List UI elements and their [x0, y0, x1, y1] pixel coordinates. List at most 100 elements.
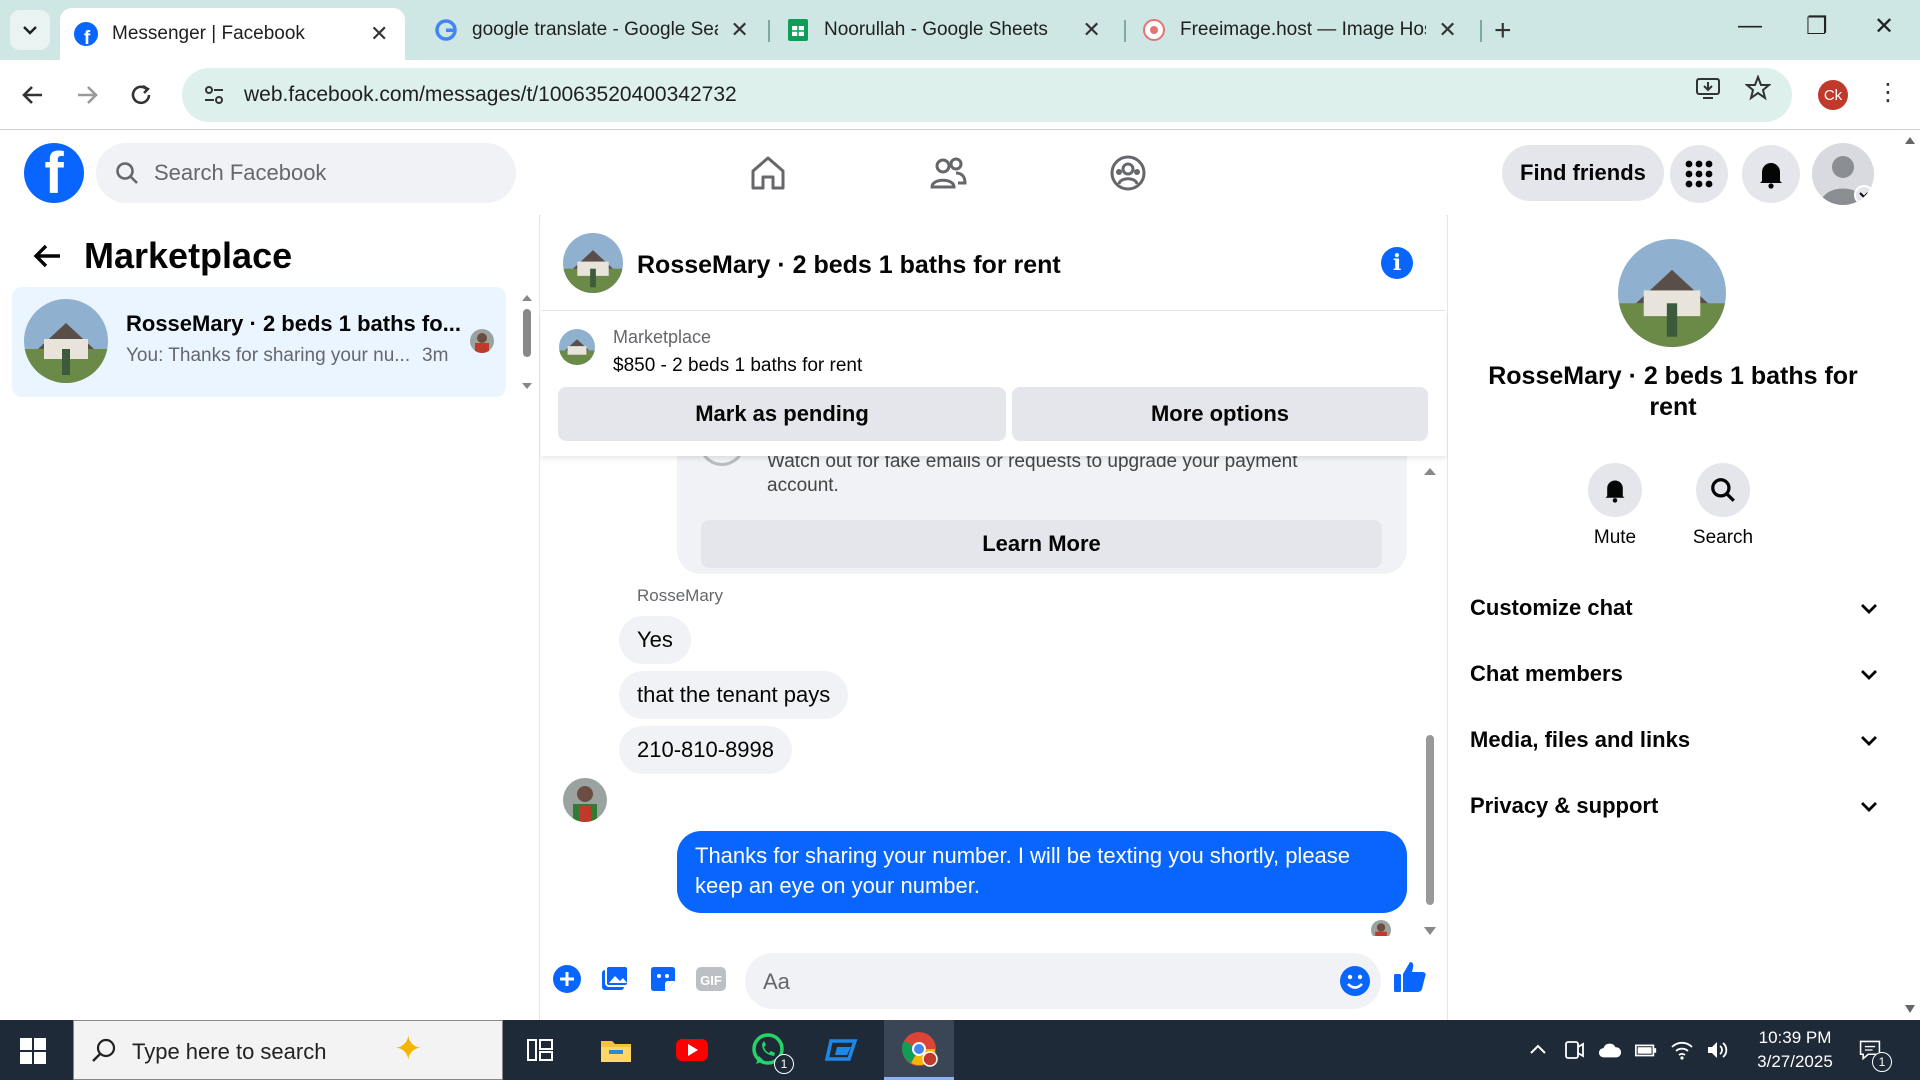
tab-title: Messenger | Facebook	[112, 23, 305, 44]
info-icon[interactable]: i	[1381, 247, 1413, 279]
copilot-sparkle-icon: ✦	[394, 1030, 423, 1068]
facebook-search-input[interactable]: Search Facebook	[96, 143, 516, 203]
section-label: Media, files and links	[1470, 727, 1691, 752]
menu-button[interactable]	[1670, 145, 1728, 203]
onedrive-cloud-icon[interactable]	[1598, 1038, 1622, 1062]
url-text[interactable]: web.facebook.com/messages/t/100635204003…	[244, 83, 737, 107]
section-privacy-support[interactable]: Privacy & support	[1470, 786, 1880, 826]
install-app-icon[interactable]	[1694, 74, 1722, 102]
section-chat-members[interactable]: Chat members	[1470, 654, 1880, 694]
chevron-down-icon	[1861, 802, 1877, 812]
search-in-chat-button[interactable]: Search	[1678, 463, 1768, 549]
tab-messenger[interactable]: f Messenger | Facebook ✕	[60, 8, 405, 60]
sidebar-scrollbar[interactable]	[520, 293, 534, 393]
taskbar-search-input[interactable]: Type here to search ✦	[73, 1020, 503, 1080]
tab-google-search[interactable]: google translate - Google Search ✕	[420, 8, 765, 52]
message-thread: Watch out for fake emails or requests to…	[541, 456, 1446, 936]
site-info-icon[interactable]	[200, 81, 228, 109]
new-tab-button[interactable]: +	[1494, 14, 1512, 48]
page-scrollbar[interactable]	[1900, 131, 1920, 1020]
message-input[interactable]: Aa	[745, 953, 1381, 1009]
browser-menu-icon[interactable]: ⋮	[1876, 78, 1900, 107]
address-bar[interactable]: web.facebook.com/messages/t/100635204003…	[182, 68, 1792, 122]
nav-friends[interactable]	[926, 151, 970, 195]
chevron-up-icon[interactable]	[1526, 1038, 1550, 1062]
remote-desktop-icon[interactable]	[824, 1030, 864, 1070]
search-icon	[1696, 463, 1750, 517]
shield-icon	[699, 456, 745, 466]
reload-button[interactable]	[124, 78, 158, 112]
section-customize-chat[interactable]: Customize chat	[1470, 588, 1880, 628]
like-thumb-icon[interactable]	[1392, 959, 1428, 995]
mark-pending-button[interactable]: Mark as pending	[558, 387, 1006, 441]
chat-header: RosseMary · 2 beds 1 baths for rent i	[541, 215, 1446, 311]
whatsapp-icon[interactable]: 1	[748, 1030, 794, 1074]
mute-button[interactable]: Mute	[1570, 463, 1660, 549]
gif-icon[interactable]: GIF	[695, 963, 727, 995]
chat-scrollbar[interactable]	[1421, 465, 1439, 945]
close-window-button[interactable]: ✕	[1874, 12, 1894, 41]
windows-start-icon[interactable]	[20, 1038, 46, 1064]
mute-label: Mute	[1593, 527, 1637, 548]
taskbar-clock[interactable]: 10:39 PM 3/27/2025	[1740, 1026, 1850, 1074]
tab-close-icon[interactable]: ✕	[1080, 17, 1103, 43]
learn-more-button[interactable]: Learn More	[701, 520, 1382, 568]
notifications-button[interactable]	[1742, 145, 1800, 203]
svg-text:GIF: GIF	[700, 973, 722, 988]
section-label: Privacy & support	[1470, 793, 1659, 818]
incoming-message[interactable]: that the tenant pays	[619, 671, 849, 719]
forward-button[interactable]	[70, 78, 104, 112]
youtube-icon[interactable]	[672, 1030, 712, 1070]
back-button[interactable]	[16, 78, 50, 112]
details-thumbnail[interactable]	[1618, 239, 1726, 347]
restore-button[interactable]: ❐	[1806, 12, 1828, 41]
battery-icon[interactable]	[1634, 1038, 1658, 1062]
add-plus-icon[interactable]	[551, 963, 583, 995]
tab-close-icon[interactable]: ✕	[728, 17, 751, 43]
tab-separator	[1480, 20, 1482, 42]
tab-close-icon[interactable]: ✕	[367, 21, 391, 47]
volume-icon[interactable]	[1706, 1038, 1730, 1062]
chrome-taskbar-icon[interactable]	[884, 1020, 954, 1080]
photo-icon[interactable]	[599, 963, 631, 995]
safety-notice-text: Watch out for fake emails or requests to…	[767, 456, 1298, 496]
arrow-left-icon[interactable]	[30, 239, 64, 273]
reload-icon	[131, 84, 151, 105]
facebook-logo[interactable]: f	[24, 143, 84, 203]
tab-close-icon[interactable]: ✕	[1436, 17, 1459, 43]
sender-avatar[interactable]	[563, 778, 607, 822]
emoji-icon[interactable]	[1339, 965, 1371, 997]
chat-thumbnail[interactable]	[563, 233, 623, 293]
section-media-files-links[interactable]: Media, files and links	[1470, 720, 1880, 760]
outgoing-message[interactable]: Thanks for sharing your number. I will b…	[677, 831, 1407, 913]
bookmark-star-icon[interactable]	[1744, 74, 1772, 102]
task-view-icon[interactable]	[520, 1030, 560, 1070]
incoming-message[interactable]: 210-810-8998	[619, 726, 793, 774]
find-friends-button[interactable]: Find friends	[1502, 145, 1664, 201]
notification-center-icon[interactable]: 1	[1858, 1038, 1892, 1072]
sticker-icon[interactable]	[647, 963, 679, 995]
meet-now-icon[interactable]	[1562, 1038, 1586, 1062]
nav-home[interactable]	[746, 151, 790, 195]
minimize-button[interactable]: —	[1738, 12, 1762, 40]
listing-price[interactable]: $850 - 2 beds 1 baths for rent	[613, 355, 862, 377]
file-explorer-icon[interactable]	[596, 1030, 636, 1070]
tab-freeimage[interactable]: Freeimage.host — Image Hosting ✕	[1128, 8, 1473, 52]
incoming-message[interactable]: Yes	[619, 616, 691, 664]
message-composer: GIF Aa	[541, 943, 1446, 1017]
chat-panel: RosseMary · 2 beds 1 baths for rent i Ma…	[541, 215, 1446, 1020]
tab-separator	[768, 20, 770, 42]
more-options-button[interactable]: More options	[1012, 387, 1428, 441]
sender-name: RosseMary	[637, 586, 723, 605]
conversation-preview: You: Thanks for sharing your nu...	[126, 345, 411, 366]
account-avatar[interactable]	[1812, 143, 1874, 205]
listing-label: Marketplace	[613, 327, 712, 347]
nav-groups[interactable]	[1106, 151, 1150, 195]
chat-title[interactable]: RosseMary · 2 beds 1 baths for rent	[637, 251, 1061, 280]
browser-profile-avatar[interactable]: Ck	[1818, 80, 1848, 110]
tab-search-button[interactable]	[10, 10, 50, 50]
tab-google-sheets[interactable]: Noorullah - Google Sheets ✕	[772, 8, 1117, 52]
google-icon	[434, 18, 458, 42]
conversation-item[interactable]: RosseMary · 2 beds 1 baths fo... You: Th…	[12, 287, 506, 397]
wifi-icon[interactable]	[1670, 1038, 1694, 1062]
